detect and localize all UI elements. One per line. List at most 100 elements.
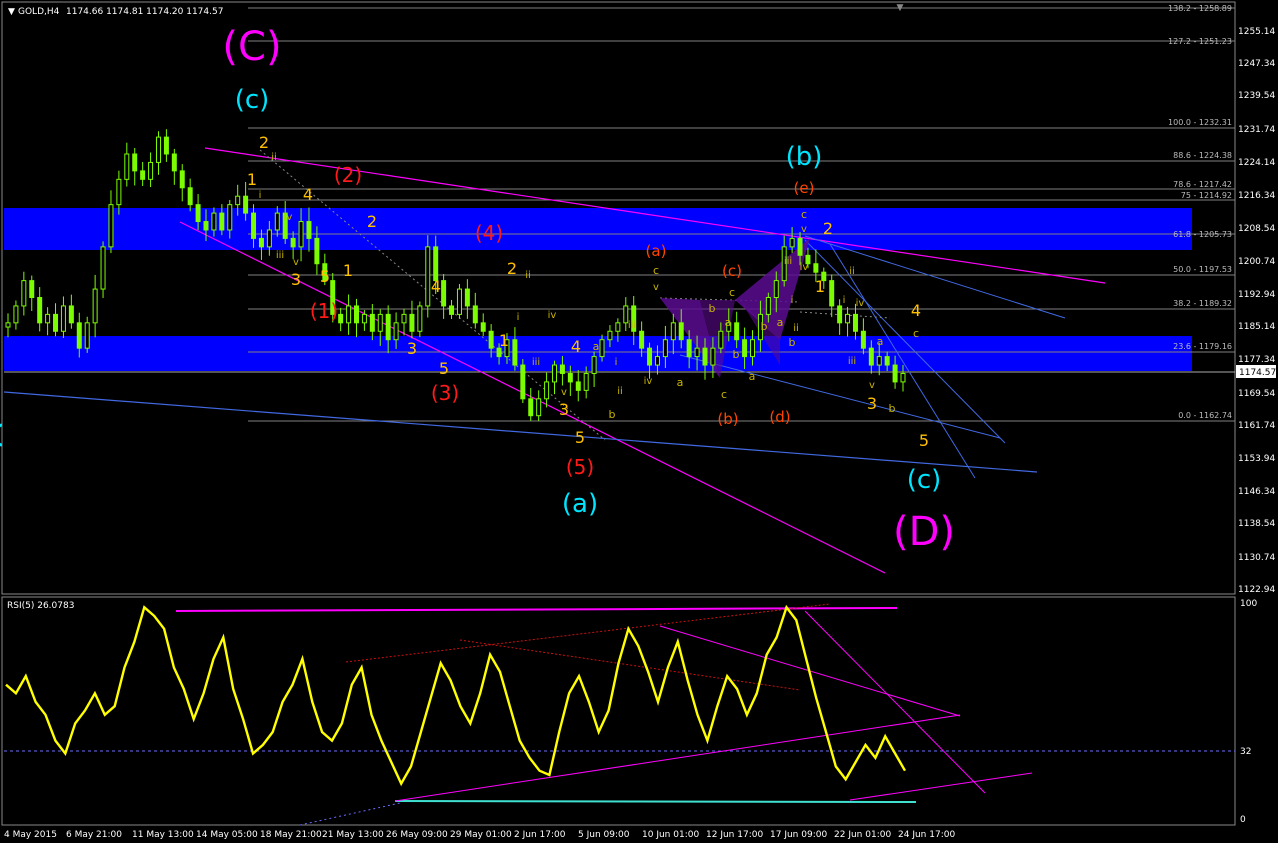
candle-body xyxy=(868,347,874,366)
wave-label-4: (4) xyxy=(475,221,503,245)
wave-num-4: 4 xyxy=(431,277,441,296)
candle-body xyxy=(417,305,423,332)
candle-body xyxy=(409,313,415,332)
candle-body xyxy=(163,136,169,155)
wave-letter-b: b xyxy=(709,302,716,315)
candle-body xyxy=(45,313,51,324)
wave-roman-v: v xyxy=(293,257,299,268)
candle-body xyxy=(235,195,241,206)
candle-body xyxy=(710,347,716,366)
candle-body xyxy=(84,322,90,349)
candle-body xyxy=(187,187,193,206)
wave-letter-a: a xyxy=(677,376,684,389)
wave-roman-iv: iv xyxy=(644,376,653,387)
candle-body xyxy=(132,153,138,172)
fib-label: 23.6 - 1179.16 xyxy=(1173,342,1232,351)
candle-body xyxy=(552,364,558,383)
candle-body xyxy=(290,237,296,248)
candle-body xyxy=(694,347,700,358)
price-tick: 1169.54 xyxy=(1238,389,1275,399)
candle-body xyxy=(266,229,272,248)
candle-body xyxy=(837,305,843,324)
wave-num-3: 3 xyxy=(291,270,301,289)
candle-body xyxy=(13,305,19,324)
wave-num-5: 5 xyxy=(575,428,585,447)
candle-body xyxy=(314,237,320,265)
fib-label: 75 - 1214.92 xyxy=(1181,191,1232,200)
time-tick: 29 May 01:00 xyxy=(450,830,512,840)
candle-body xyxy=(742,339,748,358)
candle-body xyxy=(536,398,542,417)
wave-letter-c: c xyxy=(721,388,727,401)
candle-body xyxy=(773,280,779,299)
candle-body xyxy=(377,313,383,332)
menu-triangle-icon[interactable]: ▼ xyxy=(8,7,15,17)
wave-letter-c: c xyxy=(729,286,735,299)
scroll-marker-icon[interactable]: ▼ xyxy=(897,3,904,13)
candle-body xyxy=(385,313,391,341)
rsi-title: RSI(5) 26.0783 xyxy=(7,601,74,611)
candle-body xyxy=(670,322,676,341)
candle-body xyxy=(338,313,344,324)
rsi-trend-line xyxy=(804,610,986,794)
rsi-trend-line xyxy=(849,772,1033,801)
wave-roman-ii: ii xyxy=(617,386,623,397)
candle-body xyxy=(797,237,803,256)
candle-body xyxy=(852,313,858,332)
price-tick: 1255.14 xyxy=(1238,27,1275,37)
candle-body xyxy=(203,221,209,231)
price-tick: 1177.34 xyxy=(1238,355,1275,365)
candle-body xyxy=(813,263,819,273)
wave-roman-v: v xyxy=(561,387,567,398)
candle-body xyxy=(528,398,534,417)
price-tick: 1247.34 xyxy=(1238,59,1275,69)
wave-num-3: 3 xyxy=(559,400,569,419)
rsi-panel-border xyxy=(1,596,1236,826)
wave-num-2: 2 xyxy=(259,133,269,152)
ohlc-readout: 1174.66 1174.81 1174.20 1174.57 xyxy=(66,7,223,17)
wave-num-2: 2 xyxy=(367,212,377,231)
candle-body xyxy=(583,372,589,391)
time-tick: 18 May 21:00 xyxy=(260,830,322,840)
wave-letter-a: a xyxy=(877,335,884,348)
candle-body xyxy=(108,204,114,248)
wave-letter-c: c xyxy=(913,327,919,340)
candle-body xyxy=(393,322,399,341)
candle-body xyxy=(401,313,407,324)
candle-body xyxy=(599,339,605,358)
candle-body xyxy=(702,347,708,366)
price-tick: 1208.54 xyxy=(1238,224,1275,234)
candle-body xyxy=(512,339,518,366)
wave-letter-b: b xyxy=(733,348,740,361)
chart-symbol-title: GOLD,H4 xyxy=(18,7,60,17)
wave-roman-iv: iv xyxy=(856,298,865,309)
price-tick: 1138.54 xyxy=(1238,519,1275,529)
price-tick: 1224.14 xyxy=(1238,158,1275,168)
time-tick: 5 Jun 09:00 xyxy=(578,830,630,840)
wave-roman-iv: iv xyxy=(800,262,809,273)
wave-label-a: (a) xyxy=(562,489,598,519)
candle-body xyxy=(876,356,882,366)
wave-num-3: 3 xyxy=(867,394,877,413)
candle-body xyxy=(591,356,597,374)
candle-body xyxy=(251,212,257,239)
fib-label: 78.6 - 1217.42 xyxy=(1173,180,1232,189)
rsi-dotted-line xyxy=(459,639,801,691)
wave-num-2: 2 xyxy=(507,259,517,278)
candle-body xyxy=(37,297,43,324)
time-tick: 14 May 05:00 xyxy=(196,830,258,840)
wave-num-5: 5 xyxy=(919,431,929,450)
candle-body xyxy=(686,339,692,358)
time-tick: 6 May 21:00 xyxy=(66,830,122,840)
time-tick: 12 Jun 17:00 xyxy=(706,830,763,840)
candle-body xyxy=(559,364,565,374)
price-tick: 1200.74 xyxy=(1238,257,1275,267)
candle-body xyxy=(647,347,653,366)
wave-roman-ii: ii xyxy=(849,266,855,277)
wave-letter-b: b xyxy=(609,408,616,421)
candle-body xyxy=(140,170,146,180)
candle-body xyxy=(575,381,581,391)
wave-num-1: 1 xyxy=(247,170,257,189)
candle-body xyxy=(456,288,462,315)
rsi-line xyxy=(5,604,907,787)
